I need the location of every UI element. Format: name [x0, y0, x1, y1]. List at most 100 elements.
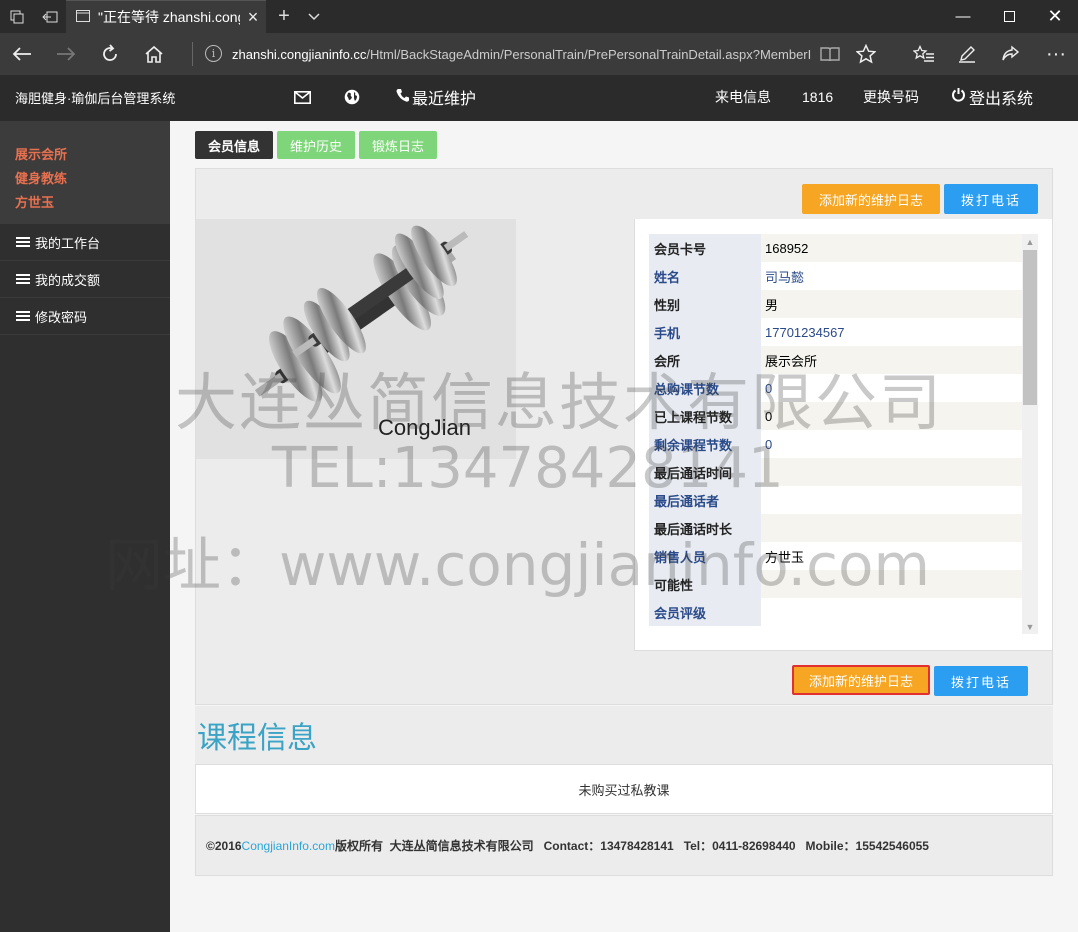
member-info-value: 0	[765, 436, 773, 452]
member-info-row: 性别男	[649, 290, 1022, 318]
member-info-row: 会员评级	[649, 598, 1022, 626]
page-icon	[76, 9, 90, 25]
scrollbar-thumb[interactable]	[1023, 250, 1037, 405]
member-info-value: 男	[761, 290, 1022, 318]
add-maintenance-log-button[interactable]: 添加新的维护日志	[802, 184, 940, 214]
web-note-pen-icon[interactable]	[947, 33, 987, 75]
scroll-up-icon[interactable]: ▲	[1022, 234, 1038, 249]
new-tab-icon[interactable]: +	[270, 0, 298, 33]
member-info-row: 会所 展示会所	[649, 346, 1022, 374]
favorite-star-icon[interactable]	[846, 33, 886, 75]
app-header: 海胆健身·瑜伽后台管理系统 最近维护 来电信息 1816 更换号码 登出系统	[0, 75, 1078, 121]
member-info-label: 会员评级	[649, 598, 761, 626]
sidebar-item-change-password[interactable]: 修改密码	[0, 298, 170, 335]
caller-number: 1816	[802, 89, 834, 105]
member-info-label: 可能性	[649, 570, 761, 598]
member-info-label: 最后通话者	[649, 486, 761, 514]
close-window-icon[interactable]: ✕	[1032, 0, 1078, 33]
member-info-label: 剩余课程节数	[649, 430, 761, 458]
user-profile: 展示会所 健身教练 方世玉	[0, 121, 170, 224]
course-section-title: 课程信息	[195, 706, 1053, 764]
phone-icon	[396, 88, 409, 107]
member-info-value	[761, 514, 1022, 542]
member-panel: 添加新的维护日志 拨打电话 CongJian 会员卡号 168952 姓名 司马…	[195, 168, 1053, 705]
sidebar-item-workbench[interactable]: 我的工作台	[0, 224, 170, 261]
recent-maintenance-link[interactable]: 最近维护	[396, 75, 476, 119]
scroll-down-icon[interactable]: ▼	[1022, 619, 1038, 634]
member-info-box: 会员卡号 168952 姓名 司马懿 性别男手机 17701234567 会所 展示会所 总购课…	[634, 219, 1052, 651]
scrollbar[interactable]: ▲ ▼	[1022, 234, 1038, 634]
member-info-value	[761, 458, 1022, 486]
footer: ©2016 CongjianInfo.com 版权所有 大连丛简信息技术有限公司…	[195, 815, 1053, 876]
course-empty-message: 未购买过私教课	[195, 764, 1053, 814]
address-bar: i zhanshi.congjianinfo.cc/Html/BackStage…	[0, 33, 1078, 75]
member-info-value: 0	[765, 380, 773, 396]
member-info-row: 已上课程节数 0	[649, 402, 1022, 430]
app-brand: 海胆健身·瑜伽后台管理系统	[15, 90, 176, 106]
forward-arrow-icon[interactable]	[44, 33, 88, 75]
browser-tab-bar: "正在等待 zhanshi.cong × + — ✕	[0, 0, 1078, 33]
member-info-label: 总购课节数	[649, 374, 761, 402]
call-button-bottom[interactable]: 拨打电话	[934, 666, 1028, 696]
member-photo: CongJian	[196, 219, 516, 459]
site-info-icon[interactable]: i	[205, 45, 222, 62]
tab-exercise-log[interactable]: 锻炼日志	[359, 131, 438, 159]
member-info-row: 总购课节数 0	[649, 374, 1022, 402]
member-info-value	[761, 598, 1022, 626]
member-info-row: 销售人员 方世玉	[649, 542, 1022, 570]
footer-link[interactable]: CongjianInfo.com	[242, 839, 335, 853]
member-info-table: 会员卡号 168952 姓名 司马懿 性别男手机 17701234567 会所 展示会所 总购课…	[649, 234, 1022, 626]
member-info-value: 方世玉	[765, 549, 805, 565]
sidebar-item-deals[interactable]: 我的成交额	[0, 261, 170, 298]
member-info-value: 司马懿	[765, 269, 805, 285]
list-icon	[16, 237, 30, 247]
photo-caption: CongJian	[378, 415, 471, 440]
maximize-icon[interactable]	[986, 0, 1032, 33]
browser-tab[interactable]: "正在等待 zhanshi.cong ×	[66, 0, 266, 33]
change-number-link[interactable]: 更换号码	[863, 75, 919, 119]
profile-club: 展示会所	[15, 147, 68, 162]
member-info-value	[761, 570, 1022, 598]
refresh-icon[interactable]	[88, 33, 132, 75]
member-info-row: 手机 17701234567	[649, 318, 1022, 346]
reading-view-icon[interactable]	[812, 33, 848, 75]
member-info-value	[761, 486, 1022, 514]
home-icon[interactable]	[132, 33, 176, 75]
add-maintenance-log-button-bottom[interactable]: 添加新的维护日志	[792, 665, 930, 695]
list-icon	[16, 311, 30, 321]
close-tab-icon[interactable]: ×	[240, 7, 266, 28]
profile-name: 方世玉	[15, 195, 55, 210]
member-info-row: 剩余课程节数 0	[649, 430, 1022, 458]
tab-set-aside-icon[interactable]	[0, 0, 33, 33]
url-field[interactable]: zhanshi.congjianinfo.cc/Html/BackStageAd…	[232, 33, 812, 75]
member-info-row: 可能性	[649, 570, 1022, 598]
member-info-value: 168952	[761, 234, 1022, 262]
minimize-icon[interactable]: —	[940, 0, 986, 33]
logout-link[interactable]: 登出系统	[951, 75, 1033, 119]
member-info-label: 最后通话时长	[649, 514, 761, 542]
power-icon	[951, 87, 966, 107]
member-info-value: 展示会所	[761, 346, 1022, 374]
mail-icon[interactable]	[294, 75, 311, 119]
favorites-hub-icon[interactable]	[904, 33, 944, 75]
share-icon[interactable]	[990, 33, 1030, 75]
member-info-row: 姓名 司马懿	[649, 262, 1022, 290]
member-info-label: 会员卡号	[649, 234, 761, 262]
member-info-row: 最后通话时长	[649, 514, 1022, 542]
caller-info-label: 来电信息	[715, 89, 771, 105]
tab-restore-icon[interactable]	[33, 0, 66, 33]
more-menu-icon[interactable]: ···	[1036, 33, 1076, 75]
member-info-label: 性别	[649, 290, 761, 318]
globe-icon[interactable]	[344, 75, 360, 119]
tab-maintenance-history[interactable]: 维护历史	[277, 131, 356, 159]
call-button[interactable]: 拨打电话	[944, 184, 1038, 214]
member-info-label: 会所	[649, 346, 761, 374]
divider	[192, 42, 193, 66]
member-info-label: 销售人员	[649, 542, 761, 570]
member-info-row: 最后通话者	[649, 486, 1022, 514]
back-arrow-icon[interactable]	[0, 33, 44, 75]
member-info-row: 最后通话时间	[649, 458, 1022, 486]
member-info-value: 17701234567	[765, 324, 845, 340]
tab-list-chevron-icon[interactable]	[300, 0, 328, 33]
tab-member-info[interactable]: 会员信息	[195, 131, 274, 159]
